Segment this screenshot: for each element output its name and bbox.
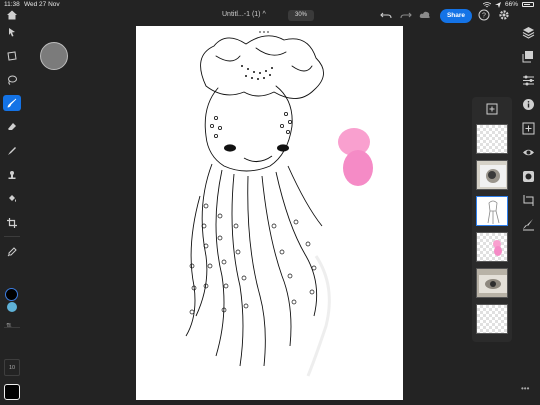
add-adjustment-icon[interactable]	[522, 122, 535, 135]
sketch-thumbnail-icon	[487, 200, 500, 224]
tool-brush[interactable]	[3, 95, 21, 111]
crop-icon	[7, 218, 17, 228]
cloud-icon[interactable]	[419, 9, 431, 21]
layer-thumbnail[interactable]	[476, 268, 508, 298]
tool-healing[interactable]	[3, 143, 21, 159]
tool-crop[interactable]	[3, 215, 21, 231]
layers-panel	[472, 97, 512, 342]
eyedropper-icon	[7, 247, 17, 257]
properties-icon[interactable]	[522, 98, 535, 111]
paint-bucket-icon	[9, 195, 16, 202]
clipping-icon[interactable]	[522, 194, 535, 207]
mask-icon[interactable]	[522, 170, 535, 183]
brush-size-value: 10	[8, 365, 16, 371]
tool-move[interactable]	[3, 24, 21, 40]
layers-icon[interactable]	[522, 26, 535, 39]
lasso-icon	[8, 75, 17, 85]
photo-thumbnail-icon	[480, 165, 506, 187]
tool-transform[interactable]	[3, 48, 21, 64]
more-options-button[interactable]: •••	[521, 384, 529, 393]
toolbar-divider	[4, 236, 20, 237]
document-title[interactable]: Untitl...-1 (1) ^	[222, 11, 266, 18]
adjustments-icon[interactable]	[522, 74, 535, 87]
brush-size-control[interactable]: 10	[4, 359, 20, 376]
brush-icon	[7, 98, 17, 108]
canvas-handle[interactable]	[259, 31, 269, 33]
top-bar: Untitl...-1 (1) ^ 30% Share ?	[0, 6, 540, 26]
tool-lasso[interactable]	[3, 72, 21, 88]
healing-brush-icon	[8, 147, 16, 155]
layer-thumbnail[interactable]	[476, 304, 508, 334]
layer-thumbnail-selected[interactable]	[476, 196, 508, 226]
squid-drawing	[185, 35, 373, 377]
toolbar-divider	[4, 327, 20, 328]
add-layer-icon[interactable]	[486, 103, 498, 115]
brush-color-swatch[interactable]	[4, 384, 20, 400]
help-icon[interactable]: ?	[478, 9, 490, 21]
background-color-swatch[interactable]	[7, 302, 17, 312]
tool-eyedropper[interactable]	[3, 244, 21, 260]
foreground-color-swatch[interactable]	[5, 288, 18, 301]
redo-icon[interactable]	[400, 9, 412, 21]
zoom-level[interactable]: 30%	[288, 10, 314, 21]
layer-stack-icon[interactable]	[522, 50, 535, 63]
clone-stamp-icon	[8, 171, 16, 179]
right-toolbar	[517, 22, 540, 405]
title-caret: ^	[262, 11, 266, 18]
document-title-text: Untitl...-1 (1)	[222, 11, 261, 18]
layer-thumbnail[interactable]	[476, 232, 508, 262]
document-canvas[interactable]	[136, 26, 403, 400]
settings-gear-icon[interactable]	[498, 9, 510, 21]
select-arrow-icon	[9, 28, 15, 37]
app-window: 11:38 Wed 27 Nov 66% Untitl...-1 (1) ^ 3…	[0, 0, 540, 405]
eraser-icon	[8, 123, 16, 130]
layer-thumbnail[interactable]	[476, 124, 508, 154]
tool-fill[interactable]	[3, 191, 21, 207]
tool-eraser[interactable]	[3, 119, 21, 135]
photo-thumbnail-icon	[479, 275, 507, 293]
undo-icon[interactable]	[380, 9, 392, 21]
home-icon[interactable]	[6, 9, 18, 21]
tool-clone[interactable]	[3, 167, 21, 183]
left-toolbar: ⇅ 10 •••	[0, 22, 24, 405]
layer-brush-icon[interactable]	[522, 218, 535, 231]
share-button[interactable]: Share	[440, 9, 472, 23]
brush-size-preview	[40, 42, 68, 70]
layer-thumbnail[interactable]	[476, 160, 508, 190]
swap-colors-button[interactable]: ⇅	[6, 322, 12, 330]
pink-blobs-thumbnail-icon	[493, 240, 502, 256]
svg-text:?: ?	[482, 13, 486, 20]
transform-icon	[7, 51, 17, 61]
visibility-eye-icon[interactable]	[522, 146, 535, 159]
